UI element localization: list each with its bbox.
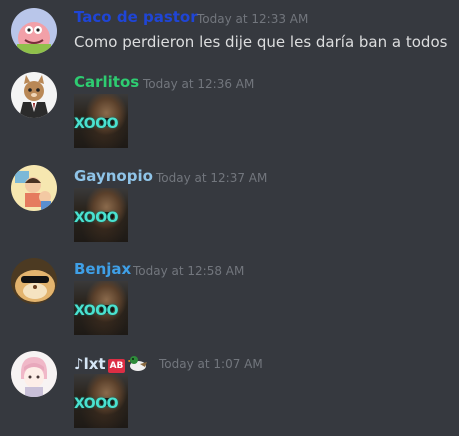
username[interactable]: Gaynopio — [74, 167, 153, 185]
username-text: ♪lxt — [74, 355, 106, 373]
username[interactable]: Carlitos — [74, 73, 139, 91]
timestamp: Today at 12:37 AM — [156, 171, 268, 185]
gif-caption: XOOO — [74, 210, 119, 226]
timestamp: Today at 12:33 AM — [197, 12, 309, 26]
username[interactable]: Benjax — [74, 260, 131, 278]
gif-attachment[interactable]: XOOO — [74, 188, 128, 242]
gif-caption: XOOO — [74, 116, 119, 132]
user-avatar[interactable] — [11, 72, 57, 118]
user-avatar[interactable] — [11, 165, 57, 211]
username[interactable]: ♪lxt AB — [74, 354, 148, 376]
timestamp: Today at 12:36 AM — [143, 77, 255, 91]
message-text: Como perdieron les dije que les daría ba… — [74, 33, 448, 51]
gif-attachment[interactable]: XOOO — [74, 94, 128, 148]
user-avatar[interactable] — [11, 351, 57, 397]
username[interactable]: Taco de pastor — [74, 8, 198, 26]
ab-badge-icon: AB — [107, 359, 126, 373]
gif-attachment[interactable]: XOOO — [74, 374, 128, 428]
timestamp: Today at 1:07 AM — [159, 357, 263, 371]
duck-icon — [127, 354, 148, 376]
timestamp: Today at 12:58 AM — [133, 264, 245, 278]
user-avatar[interactable] — [11, 258, 57, 304]
gif-caption: XOOO — [74, 396, 119, 412]
gif-attachment[interactable]: XOOO — [74, 281, 128, 335]
gif-caption: XOOO — [74, 303, 119, 319]
user-avatar[interactable] — [11, 8, 57, 54]
